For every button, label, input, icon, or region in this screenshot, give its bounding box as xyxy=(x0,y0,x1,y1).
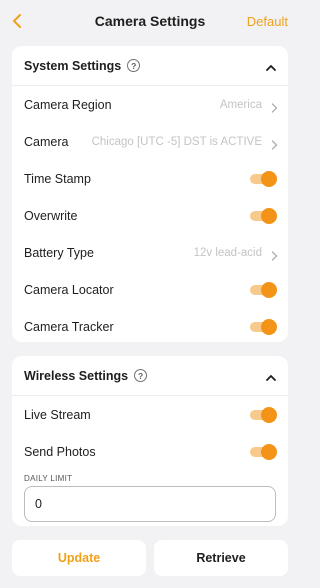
help-icon[interactable]: ? xyxy=(134,369,148,382)
row-value: 12v lead-acid xyxy=(193,246,262,259)
help-icon[interactable]: ? xyxy=(127,59,141,72)
header-bar: Camera Settings Default xyxy=(0,0,300,42)
time-stamp-toggle[interactable] xyxy=(250,171,277,187)
wireless-settings-header[interactable]: Wireless Settings ? xyxy=(12,356,288,396)
row-label: Overwrite xyxy=(24,208,78,223)
chevron-left-icon[interactable] xyxy=(9,13,25,29)
default-button[interactable]: Default xyxy=(247,14,288,29)
camera-tracker-toggle[interactable] xyxy=(250,319,277,335)
row-label: Camera xyxy=(24,134,69,149)
live-stream-toggle[interactable] xyxy=(250,407,277,423)
time-stamp-row: Time Stamp xyxy=(12,160,288,197)
update-button[interactable]: Update xyxy=(12,540,146,576)
row-value: America xyxy=(219,98,262,111)
row-label: Send Photos xyxy=(24,444,96,459)
daily-limit-input[interactable] xyxy=(24,486,276,522)
row-label: Camera Region xyxy=(24,97,112,112)
camera-row[interactable]: Camera Chicago [UTC -5] DST is ACTIVE xyxy=(12,123,288,160)
camera-region-row[interactable]: Camera Region America xyxy=(12,86,288,123)
chevron-right-icon xyxy=(271,137,278,150)
live-stream-row: Live Stream xyxy=(12,396,288,433)
row-label: Battery Type xyxy=(24,245,94,260)
overwrite-toggle[interactable] xyxy=(250,208,277,224)
system-settings-card: System Settings ? Camera Region America … xyxy=(12,46,288,342)
wireless-settings-card: Wireless Settings ? Live Stream Send Pho… xyxy=(12,356,288,526)
camera-locator-toggle[interactable] xyxy=(250,282,277,298)
retrieve-button[interactable]: Retrieve xyxy=(154,540,288,576)
section-title: Wireless Settings xyxy=(24,368,129,383)
row-label: Time Stamp xyxy=(24,171,91,186)
chevron-up-icon[interactable] xyxy=(266,370,276,381)
overwrite-row: Overwrite xyxy=(12,197,288,234)
chevron-up-icon[interactable] xyxy=(266,60,276,71)
chevron-right-icon xyxy=(271,100,278,113)
battery-type-row[interactable]: Battery Type 12v lead-acid xyxy=(12,234,288,271)
send-photos-toggle[interactable] xyxy=(250,444,277,460)
row-label: Camera Tracker xyxy=(24,319,114,334)
row-label: Live Stream xyxy=(24,407,91,422)
daily-limit-label: DAILY LIMIT xyxy=(24,474,73,483)
chevron-right-icon xyxy=(271,248,278,261)
section-title: System Settings xyxy=(24,58,122,73)
system-settings-header[interactable]: System Settings ? xyxy=(12,46,288,86)
camera-tracker-row: Camera Tracker xyxy=(12,308,288,345)
send-photos-row: Send Photos xyxy=(12,433,288,470)
row-value: Chicago [UTC -5] DST is ACTIVE xyxy=(91,135,262,148)
row-label: Camera Locator xyxy=(24,282,114,297)
camera-locator-row: Camera Locator xyxy=(12,271,288,308)
